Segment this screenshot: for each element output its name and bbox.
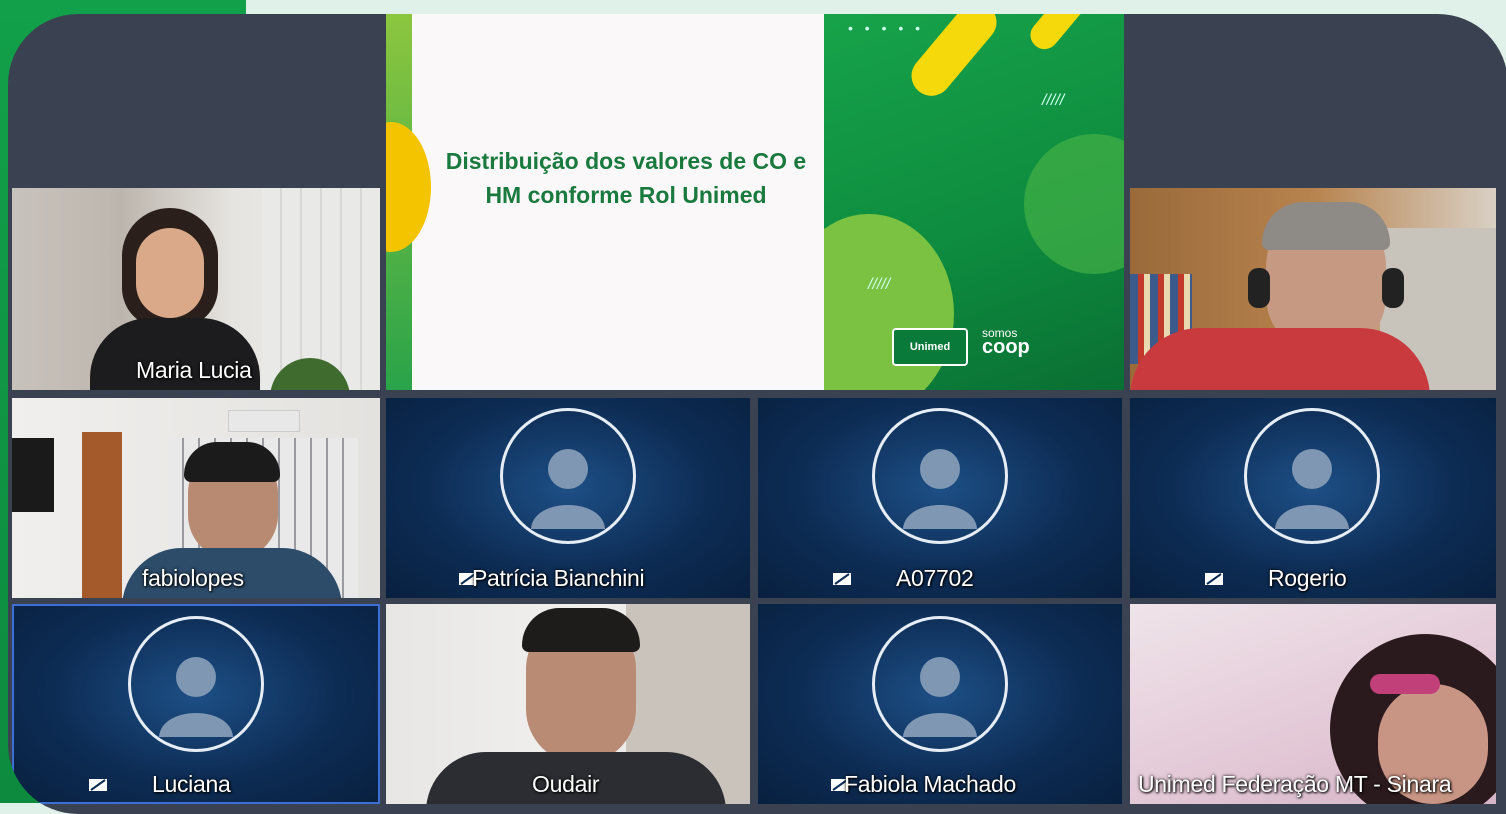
participant-tile[interactable]: Oudair: [386, 604, 750, 804]
participant-name: Luciana: [152, 771, 231, 797]
participant-name: fabiolopes: [142, 565, 244, 591]
avatar-placeholder-icon: [500, 408, 636, 544]
unimed-logo: Unimed: [892, 328, 968, 366]
shared-presentation-slide[interactable]: • • • • • ///// ///// Unimed somos coop …: [386, 14, 1124, 390]
participant-name: Maria Lucia: [136, 357, 252, 383]
participant-tile[interactable]: Maria Lucia: [12, 188, 380, 390]
muted-mic-icon: [1205, 573, 1223, 585]
participant-video: [1130, 188, 1496, 390]
participant-name: Patrícia Bianchini: [472, 565, 645, 591]
participant-tile[interactable]: Fabiola Machado: [758, 604, 1122, 804]
participant-tile[interactable]: Luciana: [12, 604, 380, 804]
avatar-placeholder-icon: [128, 616, 264, 752]
participant-tile[interactable]: A07702: [758, 398, 1122, 598]
avatar-placeholder-icon: [872, 408, 1008, 544]
meeting-gallery: • • • • • ///// ///// Unimed somos coop …: [8, 14, 1506, 814]
participant-name: A07702: [896, 565, 974, 591]
avatar-placeholder-icon: [872, 616, 1008, 752]
muted-mic-icon: [833, 573, 851, 585]
participant-name: Unimed Federação MT - Sinara: [1138, 771, 1452, 797]
participant-name: Rogerio: [1268, 565, 1347, 591]
participant-tile[interactable]: Unimed Federação MT - Sinara: [1130, 604, 1496, 804]
participant-tile[interactable]: [1130, 188, 1496, 390]
avatar-placeholder-icon: [1244, 408, 1380, 544]
slide-yellow-shape: [386, 122, 431, 252]
participant-tile[interactable]: Patrícia Bianchini: [386, 398, 750, 598]
slide-title: Distribuição dos valores de CO e HM conf…: [445, 148, 807, 208]
participant-tile[interactable]: Rogerio: [1130, 398, 1496, 598]
coop-logo: coop: [982, 336, 1030, 358]
participant-tile[interactable]: fabiolopes: [12, 398, 380, 598]
participant-name: Fabiola Machado: [844, 771, 1016, 797]
participant-name: Oudair: [532, 771, 600, 797]
muted-mic-icon: [89, 779, 107, 791]
slide-green-panel: • • • • • ///// ///// Unimed somos coop: [824, 14, 1124, 390]
